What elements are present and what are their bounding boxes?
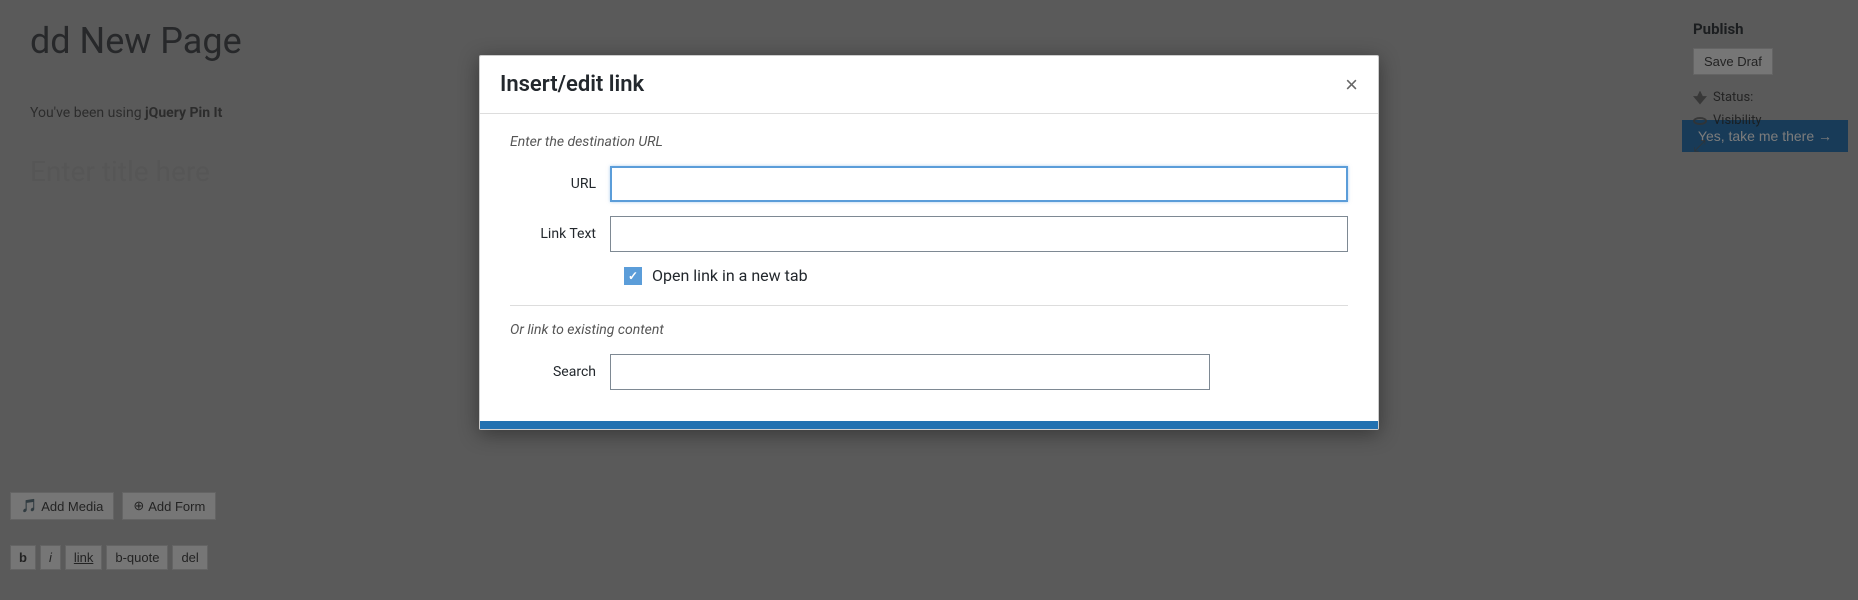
insert-edit-link-modal: Insert/edit link × Enter the destination… xyxy=(479,55,1379,430)
url-row: URL xyxy=(510,166,1348,202)
url-input[interactable] xyxy=(610,166,1348,202)
link-text-input[interactable] xyxy=(610,216,1348,252)
checkmark-icon: ✓ xyxy=(628,270,638,282)
search-input[interactable] xyxy=(610,354,1210,390)
modal-bottom-bar xyxy=(480,421,1378,429)
link-text-label: Link Text xyxy=(510,226,610,242)
url-section-label: Enter the destination URL xyxy=(510,134,1348,150)
open-new-tab-checkbox[interactable]: ✓ xyxy=(624,267,642,285)
section-divider xyxy=(510,305,1348,306)
link-text-row: Link Text xyxy=(510,216,1348,252)
open-new-tab-label: Open link in a new tab xyxy=(652,266,808,285)
link-existing-label: Or link to existing content xyxy=(510,322,1348,338)
modal-body: Enter the destination URL URL Link Text … xyxy=(480,114,1378,429)
modal-header: Insert/edit link × xyxy=(480,56,1378,114)
modal-title: Insert/edit link xyxy=(500,72,644,97)
checkbox-wrapper: ✓ Open link in a new tab xyxy=(624,266,808,285)
url-label: URL xyxy=(510,176,610,192)
modal-close-button[interactable]: × xyxy=(1345,74,1358,96)
open-new-tab-row: ✓ Open link in a new tab xyxy=(510,266,1348,285)
search-row: Search xyxy=(510,354,1348,390)
search-label: Search xyxy=(510,364,610,380)
